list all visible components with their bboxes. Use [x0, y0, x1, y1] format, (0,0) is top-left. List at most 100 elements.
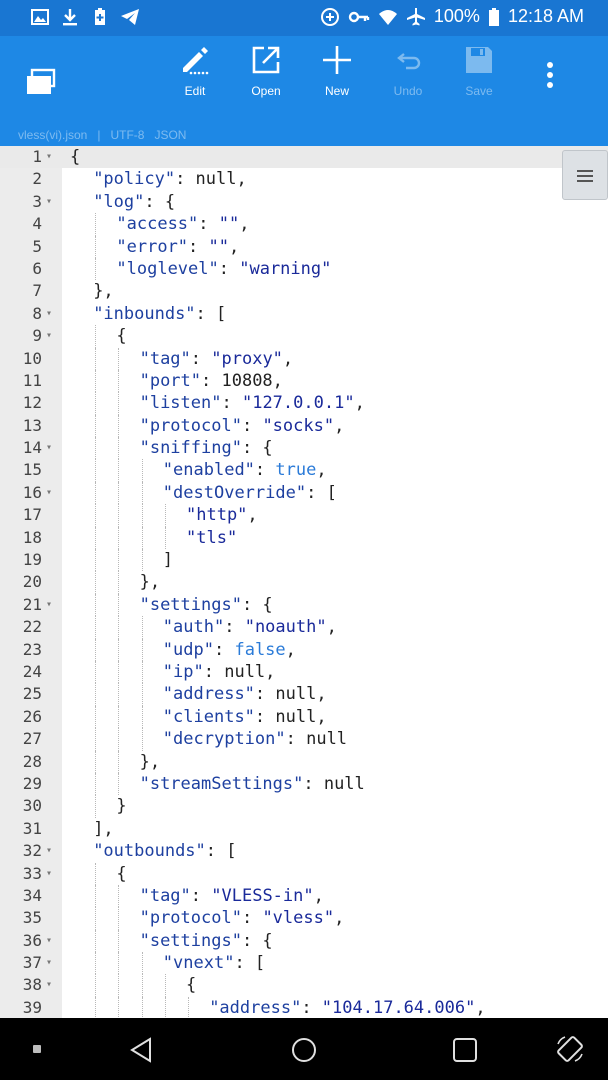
code-token: : [ [205, 841, 237, 862]
code-token: : [224, 617, 245, 638]
fold-toggle-icon[interactable]: ▾ [46, 840, 52, 862]
overflow-menu-icon[interactable] [536, 58, 564, 98]
code-line[interactable]: 22 "auth": "noauth", [0, 616, 608, 639]
code-line[interactable]: 13 "protocol": "socks", [0, 414, 608, 438]
line-number: 24 [22, 661, 42, 681]
home-icon[interactable] [290, 1036, 318, 1064]
code-line[interactable]: 25 "address": null, [0, 683, 608, 706]
code-text: }, [140, 571, 160, 593]
code-line[interactable]: 31], [0, 818, 608, 840]
fold-toggle-icon[interactable]: ▾ [46, 191, 52, 213]
code-line[interactable]: 14 ▾ "sniffing": { [0, 437, 608, 460]
code-line[interactable]: 36 ▾ "settings": { [0, 929, 608, 953]
indent-guide [141, 952, 143, 975]
code-line[interactable]: 18 "tls" [0, 526, 608, 550]
fold-toggle-icon[interactable]: ▾ [46, 146, 52, 168]
fold-toggle-icon[interactable]: ▾ [46, 974, 52, 996]
code-line[interactable]: 21 ▾ "settings": { [0, 593, 608, 617]
indent-guide [95, 526, 97, 550]
code-line[interactable]: 28}, [0, 750, 608, 773]
wifi-icon [378, 9, 397, 25]
code-line[interactable]: 1 ▾ { [0, 146, 608, 169]
code-line[interactable]: 2 "policy": null, [0, 168, 608, 190]
fold-toggle-icon[interactable]: ▾ [46, 930, 52, 952]
code-line[interactable]: 19] [0, 549, 608, 572]
fast-scroll-handle[interactable] [562, 150, 608, 200]
code-line[interactable]: 4 "access": "", [0, 213, 608, 236]
fold-toggle-icon[interactable]: ▾ [46, 482, 52, 504]
code-line[interactable]: 6 "loglevel": "warning" [0, 257, 608, 281]
code-token: "settings" [139, 930, 242, 951]
code-line[interactable]: 39 "address": "104.17.64.006", [0, 996, 608, 1018]
code-line[interactable]: 7}, [0, 280, 608, 302]
code-text: { [116, 325, 126, 347]
indent-guide [118, 996, 120, 1018]
fold-toggle-icon[interactable]: ▾ [46, 952, 52, 974]
indent-guide [141, 526, 143, 550]
code-line[interactable]: 30} [0, 795, 608, 818]
code-token: false [234, 639, 286, 660]
line-number: 11 [22, 370, 42, 390]
code-line[interactable]: 3 ▾ "log": { [0, 191, 608, 213]
code-line[interactable]: 33 ▾ { [0, 862, 608, 885]
indent-guide [118, 907, 120, 930]
code-text: "ip": null, [163, 661, 276, 683]
code-line[interactable]: 23 "udp": false, [0, 638, 608, 661]
edit-button[interactable]: Edit [164, 44, 226, 98]
save-button[interactable]: Save [448, 44, 510, 98]
code-line[interactable]: 35 "protocol": "vless", [0, 907, 608, 930]
fold-toggle-icon[interactable]: ▾ [46, 325, 52, 347]
fold-toggle-icon[interactable]: ▾ [46, 863, 52, 885]
indent-guide [95, 884, 97, 908]
back-icon[interactable] [128, 1036, 156, 1064]
telegram-icon [121, 9, 139, 25]
rotate-screen-icon[interactable] [555, 1034, 585, 1064]
code-line[interactable]: 24 "ip": null, [0, 660, 608, 684]
code-token: "" [218, 214, 240, 235]
code-line[interactable]: 11 "port": 10808, [0, 369, 608, 393]
code-line[interactable]: 17 "http", [0, 504, 608, 527]
code-line[interactable]: 20}, [0, 571, 608, 594]
code-token: : null [285, 729, 348, 750]
indent-guide [118, 526, 120, 550]
code-line[interactable]: 10 "tag": "proxy", [0, 347, 608, 370]
code-token: "sniffing" [139, 438, 242, 459]
code-line[interactable]: 37 ▾ "vnext": [ [0, 952, 608, 975]
open-label: Open [251, 84, 281, 98]
code-line[interactable]: 9 ▾ { [0, 325, 608, 348]
code-token: "protocol" [139, 415, 242, 436]
code-editor[interactable]: 1 ▾{2 "policy": null, 3 ▾ "log": {4 "access": … [0, 146, 608, 1018]
code-token: }, [93, 281, 114, 302]
recents-icon[interactable] [452, 1037, 478, 1063]
code-lines[interactable]: 1 ▾{2 "policy": null, 3 ▾ "log": {4 "access": … [0, 146, 608, 1018]
code-line[interactable]: 29 "streamSettings": null [0, 772, 608, 796]
code-token: "policy" [93, 169, 176, 190]
open-button[interactable]: Open [235, 44, 297, 98]
new-button[interactable]: New [306, 44, 368, 98]
plus-icon [323, 46, 351, 74]
navigation-bar [0, 1018, 608, 1080]
code-token: "loglevel" [116, 258, 219, 279]
indent-guide [118, 750, 120, 773]
undo-button[interactable]: Undo [377, 44, 439, 98]
fold-toggle-icon[interactable]: ▾ [46, 594, 52, 616]
code-token: "vless" [262, 908, 335, 929]
code-token: "VLESS-in" [211, 885, 314, 906]
code-line[interactable]: 8 ▾ "inbounds": [ [0, 303, 608, 325]
code-text: "loglevel": "warning" [116, 258, 331, 280]
code-line[interactable]: 26 "clients": null, [0, 705, 608, 729]
code-line[interactable]: 32 ▾ "outbounds": [ [0, 840, 608, 862]
code-line[interactable]: 12 "listen": "127.0.0.1", [0, 392, 608, 415]
code-token: "streamSettings" [139, 773, 304, 794]
code-line[interactable]: 5 "error": "", [0, 235, 608, 258]
fold-toggle-icon[interactable]: ▾ [46, 303, 52, 325]
code-line[interactable]: 16 ▾ "destOverride": [ [0, 481, 608, 505]
fold-toggle-icon[interactable]: ▾ [46, 437, 52, 459]
code-line[interactable]: 27 "decryption": null [0, 728, 608, 751]
code-line[interactable]: 34 "tag": "VLESS-in", [0, 884, 608, 908]
tabs-icon[interactable] [22, 62, 62, 102]
code-token: : [254, 460, 276, 481]
code-line[interactable]: 38 ▾ { [0, 974, 608, 997]
code-token: ], [93, 818, 114, 839]
code-line[interactable]: 15 "enabled": true, [0, 459, 608, 482]
